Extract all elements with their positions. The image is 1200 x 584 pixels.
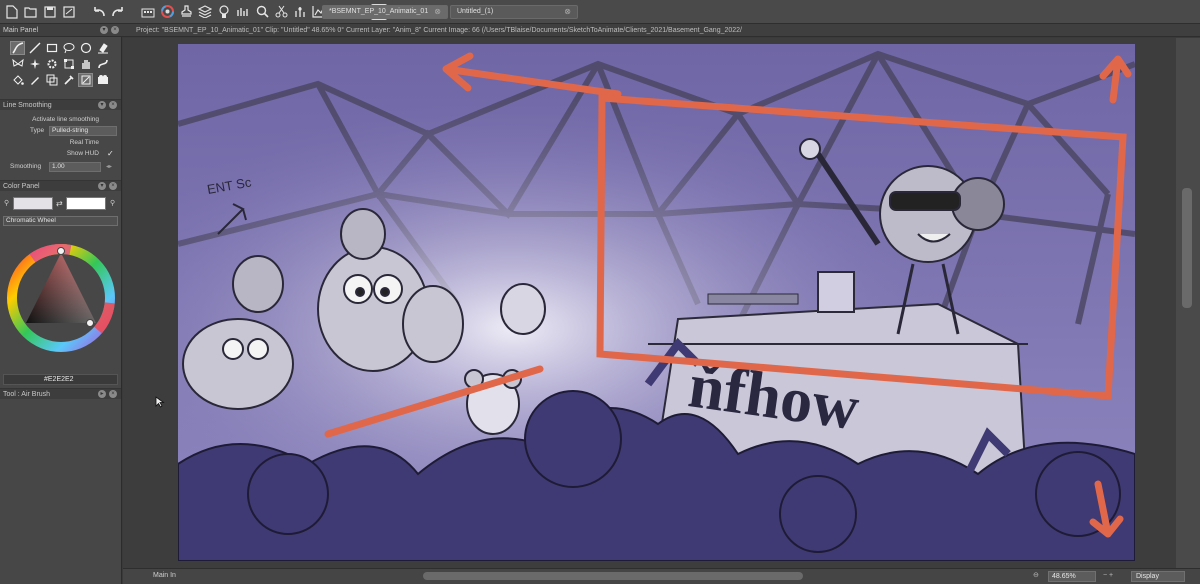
vertical-scrollbar[interactable] [1176, 38, 1200, 568]
line-tool-icon[interactable] [27, 41, 42, 55]
hand-tool-icon[interactable] [78, 57, 93, 71]
mask-tool-icon[interactable] [78, 73, 93, 87]
close-icon[interactable]: ⊗ [564, 6, 571, 18]
horizontal-scroll-thumb[interactable] [423, 572, 803, 580]
fill-sparkle-tool-icon[interactable] [27, 57, 42, 71]
warp-tool-icon[interactable] [10, 57, 25, 71]
color-panel-header[interactable]: Color Panel ▾ × [0, 180, 121, 191]
layers-icon[interactable] [197, 4, 213, 20]
panel-options-icon[interactable]: ▾ [100, 26, 108, 34]
tool-section-title: Tool : Air Brush [3, 391, 51, 398]
color-panel-title: Color Panel [3, 183, 40, 190]
smoothing-row: Smoothing 1.00 ◂▸ [0, 162, 121, 172]
tab-bsemnt-animatic[interactable]: *BSEMNT_EP_10_Animatic_01 ⊗ [322, 5, 448, 19]
bottom-bar: Main In ⊖ 48.65% − + Display [123, 568, 1200, 584]
storyboard-canvas[interactable]: ňfhow ENT Sc [178, 44, 1135, 561]
real-time-label: Real Time [69, 139, 99, 146]
scissors-icon[interactable] [273, 4, 289, 20]
chromatic-wheel[interactable] [6, 243, 118, 355]
magnify-icon[interactable] [254, 4, 270, 20]
save-as-icon[interactable] [61, 4, 77, 20]
smudge-tool-icon[interactable] [95, 57, 110, 71]
eyedropper-tool-icon[interactable] [61, 73, 76, 87]
open-file-icon[interactable] [23, 4, 39, 20]
panel-options-icon[interactable]: ▾ [98, 182, 106, 190]
smoothing-input[interactable]: 1.00 [49, 162, 101, 172]
eyedropper-icon[interactable]: ⚲ [4, 199, 9, 207]
redo-icon[interactable] [110, 4, 126, 20]
fill-bucket-tool-icon[interactable] [10, 73, 25, 87]
bulb-icon[interactable] [216, 4, 232, 20]
close-icon[interactable]: ⊗ [434, 6, 441, 18]
color-wheel-icon[interactable] [159, 4, 175, 20]
activate-line-smoothing-row: Activate line smoothing [0, 115, 121, 125]
panel-options-icon[interactable]: ▸ [98, 390, 106, 398]
activate-line-smoothing-label: Activate line smoothing [32, 116, 99, 123]
zoom-stepper-icon[interactable]: − + [1103, 569, 1113, 583]
panel-close-icon[interactable]: × [109, 101, 117, 109]
pen-tool-icon[interactable] [27, 73, 42, 87]
eraser-tool-icon[interactable] [95, 41, 110, 55]
gear-tool-icon[interactable] [44, 57, 59, 71]
real-time-checkbox[interactable] [107, 139, 115, 147]
show-hud-label: Show HUD [66, 150, 99, 157]
hex-color-input[interactable]: #E2E2E2 [3, 374, 118, 385]
main-toolbar: ? *BSEMNT_EP_10_Animatic_01 ⊗ Untitled_(… [0, 0, 1200, 24]
secondary-color-swatch[interactable] [66, 197, 106, 210]
show-hud-checkbox[interactable]: ✓ [107, 150, 115, 158]
new-file-icon[interactable] [4, 4, 20, 20]
vertical-scroll-thumb[interactable] [1182, 188, 1192, 308]
adjust-icon[interactable] [292, 4, 308, 20]
bottom-left-label: Main In [153, 572, 176, 579]
panel-close-icon[interactable]: × [109, 182, 117, 190]
save-icon[interactable] [42, 4, 58, 20]
activate-line-smoothing-checkbox[interactable] [107, 116, 115, 124]
show-hud-row: Show HUD ✓ [0, 149, 121, 159]
film-tool-icon[interactable] [95, 73, 110, 87]
main-panel-title: Main Panel [3, 27, 39, 34]
mouse-cursor-icon [155, 396, 165, 408]
type-row: Type Pulled-string [0, 126, 121, 136]
smoothing-label: Smoothing [10, 163, 42, 170]
swap-colors-icon[interactable]: ⇄ [56, 199, 63, 208]
type-select[interactable]: Pulled-string [49, 126, 117, 136]
rectangle-tool-icon[interactable] [44, 41, 59, 55]
tool-grid [10, 41, 111, 88]
panel-close-icon[interactable]: × [109, 390, 117, 398]
line-smoothing-header[interactable]: Line Smoothing ▾ × [0, 99, 121, 110]
ellipse-tool-icon[interactable] [78, 41, 93, 55]
zoom-input[interactable]: 48.65% [1048, 571, 1096, 582]
tab-label: *BSEMNT_EP_10_Animatic_01 [329, 8, 429, 15]
left-panel: Line Smoothing ▾ × Activate line smoothin… [0, 37, 122, 584]
panel-close-icon[interactable]: × [111, 26, 119, 34]
type-label: Type [30, 127, 45, 134]
stamp-icon[interactable] [178, 4, 194, 20]
brush-preset-icon[interactable] [235, 4, 251, 20]
panel-options-icon[interactable]: ▾ [98, 101, 106, 109]
tab-untitled[interactable]: Untitled_(1) ⊗ [450, 5, 578, 19]
info-bar: Main Panel ▾ × Project: "BSEMNT_EP_10_An… [0, 24, 1200, 37]
brush-tool-icon[interactable] [10, 41, 25, 55]
transform-tool-icon[interactable] [61, 57, 76, 71]
display-dropdown[interactable]: Display [1131, 571, 1185, 582]
lasso-tool-icon[interactable] [61, 41, 76, 55]
color-mode-select[interactable]: Chromatic Wheel [3, 216, 118, 226]
expand-icon[interactable]: ◂▸ [106, 162, 112, 172]
eyedropper-icon[interactable]: ⚲ [110, 199, 115, 207]
real-time-row: Real Time [0, 138, 121, 148]
line-smoothing-title: Line Smoothing [3, 102, 52, 109]
toolbox-icon[interactable] [140, 4, 156, 20]
undo-icon[interactable] [91, 4, 107, 20]
tool-section-header[interactable]: Tool : Air Brush ▸ × [0, 388, 121, 399]
zoom-out-icon[interactable]: ⊖ [1033, 569, 1039, 583]
tab-label: Untitled_(1) [457, 8, 494, 15]
project-info: Project: "BSEMNT_EP_10_Animatic_01" Clip… [136, 27, 743, 34]
primary-color-swatch[interactable] [13, 197, 53, 210]
copy-tool-icon[interactable] [44, 73, 59, 87]
